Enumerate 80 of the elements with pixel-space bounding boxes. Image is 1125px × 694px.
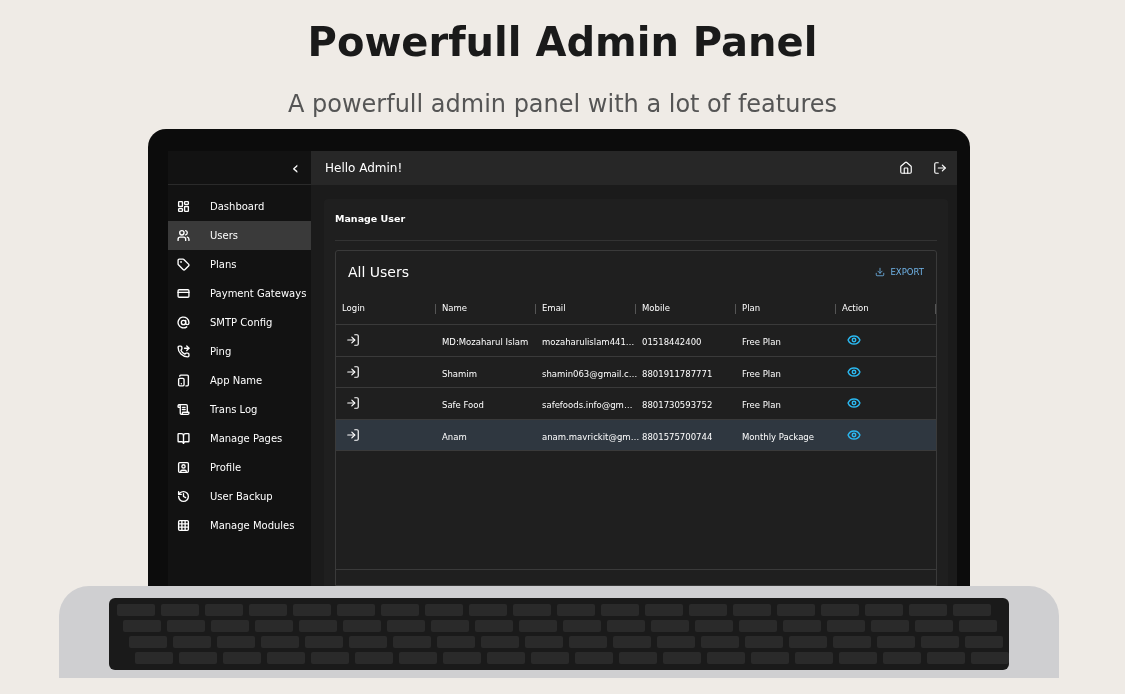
users-icon [177,229,190,242]
table-cell: 8801575700744 [642,431,713,442]
table-cell: Monthly Package [742,431,814,442]
table-cell: 8801730593752 [642,400,713,411]
sidebar-item[interactable]: Ping [168,337,311,366]
sidebar-label: Ping [210,345,232,359]
sidebar-item[interactable]: Manage Modules [168,511,311,540]
phone-device-icon [177,374,190,387]
table-cell: Shamim [442,368,477,379]
table-cell: Free Plan [742,368,781,379]
collapse-button[interactable]: ‹ [291,158,299,177]
table-row[interactable]: Shamim shamin063@gmail.c… 8801911787771 Free Plan [336,356,936,388]
sidebar-label: Dashboard [210,200,265,214]
logout-icon[interactable] [933,161,947,175]
table-cell: MD:Mozaharul Islam [442,337,529,348]
sidebar-item[interactable]: Payment Gateways [168,279,311,308]
column-header: Login [341,302,365,315]
sidebar-item[interactable]: Manage Pages [168,424,311,453]
login-icon[interactable] [346,333,360,348]
sidebar-label: Users [210,229,238,243]
table-cell: Free Plan [742,400,781,411]
sidebar-item[interactable]: Dashboard [168,192,311,221]
page-title: Manage User [335,212,406,227]
column-header: Mobile [641,302,670,315]
eye-icon[interactable] [847,364,861,379]
phone-icon [177,345,190,358]
greeting: Hello Admin! [325,160,403,177]
home-icon[interactable] [899,161,913,175]
sidebar-item[interactable]: SMTP Config [168,308,311,337]
sidebar-label: Profile [210,461,242,475]
sidebar-label: Manage Pages [210,432,283,446]
table-cell: Safe Food [442,400,484,411]
card-icon [177,287,190,300]
table-row[interactable]: MD:Mozaharul Islam mozaharulislam441… 01518442400 Free Plan [336,325,936,357]
eye-icon[interactable] [847,333,861,348]
history-icon [177,490,190,503]
eye-icon[interactable] [847,427,861,442]
sidebar-item[interactable]: User Backup [168,482,311,511]
login-icon[interactable] [346,396,360,411]
table-cell: Free Plan [742,337,781,348]
table-row[interactable]: Safe Food safefoods.info@gm… 8801730593752 Free Plan [336,388,936,420]
table-cell: 01518442400 [642,337,702,348]
column-header: Name [441,302,468,315]
column-header: Email [541,302,566,315]
column-header: Action [841,302,869,315]
headline-title: Powerfull Admin Panel [307,18,818,67]
sidebar-item[interactable]: App Name [168,366,311,395]
table-cell: mozaharulislam441… [542,337,635,348]
eye-icon[interactable] [847,396,861,411]
sidebar-label: App Name [210,374,263,388]
grid-icon [177,519,190,532]
download-icon [874,267,885,277]
user-badge-icon [177,461,190,474]
sidebar-label: SMTP Config [210,316,273,330]
table-row[interactable]: Anam anam.mavrickit@gm… 8801575700744 Monthly Package [336,419,936,451]
table-cell: safefoods.info@gm… [542,400,633,411]
sidebar-label: Manage Modules [210,519,295,533]
login-icon[interactable] [346,364,360,379]
book-icon [177,432,190,445]
scroll-icon [177,403,190,416]
sidebar-label: User Backup [210,490,273,504]
sidebar-label: Trans Log [210,403,258,417]
table-title: All Users [348,262,409,282]
dashboard-icon [177,200,190,213]
at-sign-icon [177,316,190,329]
column-header: Plan [741,302,761,315]
tag-icon [177,258,190,271]
table-cell: 8801911787771 [642,368,713,379]
table-cell: shamin063@gmail.c… [542,368,638,379]
table-cell: Anam [442,431,467,442]
sidebar-label: Plans [210,258,237,272]
sidebar-item[interactable]: Trans Log [168,395,311,424]
table-cell: anam.mavrickit@gm… [542,431,640,442]
sidebar-item[interactable]: Profile [168,453,311,482]
login-icon[interactable] [346,427,360,442]
sidebar-label: Payment Gateways [210,287,307,301]
headline-subtitle: A powerfull admin panel with a lot of features [287,89,838,120]
sidebar-item[interactable]: Plans [168,250,311,279]
export-button[interactable]: EXPORT [874,265,924,279]
sidebar-item[interactable]: Users [168,221,311,250]
